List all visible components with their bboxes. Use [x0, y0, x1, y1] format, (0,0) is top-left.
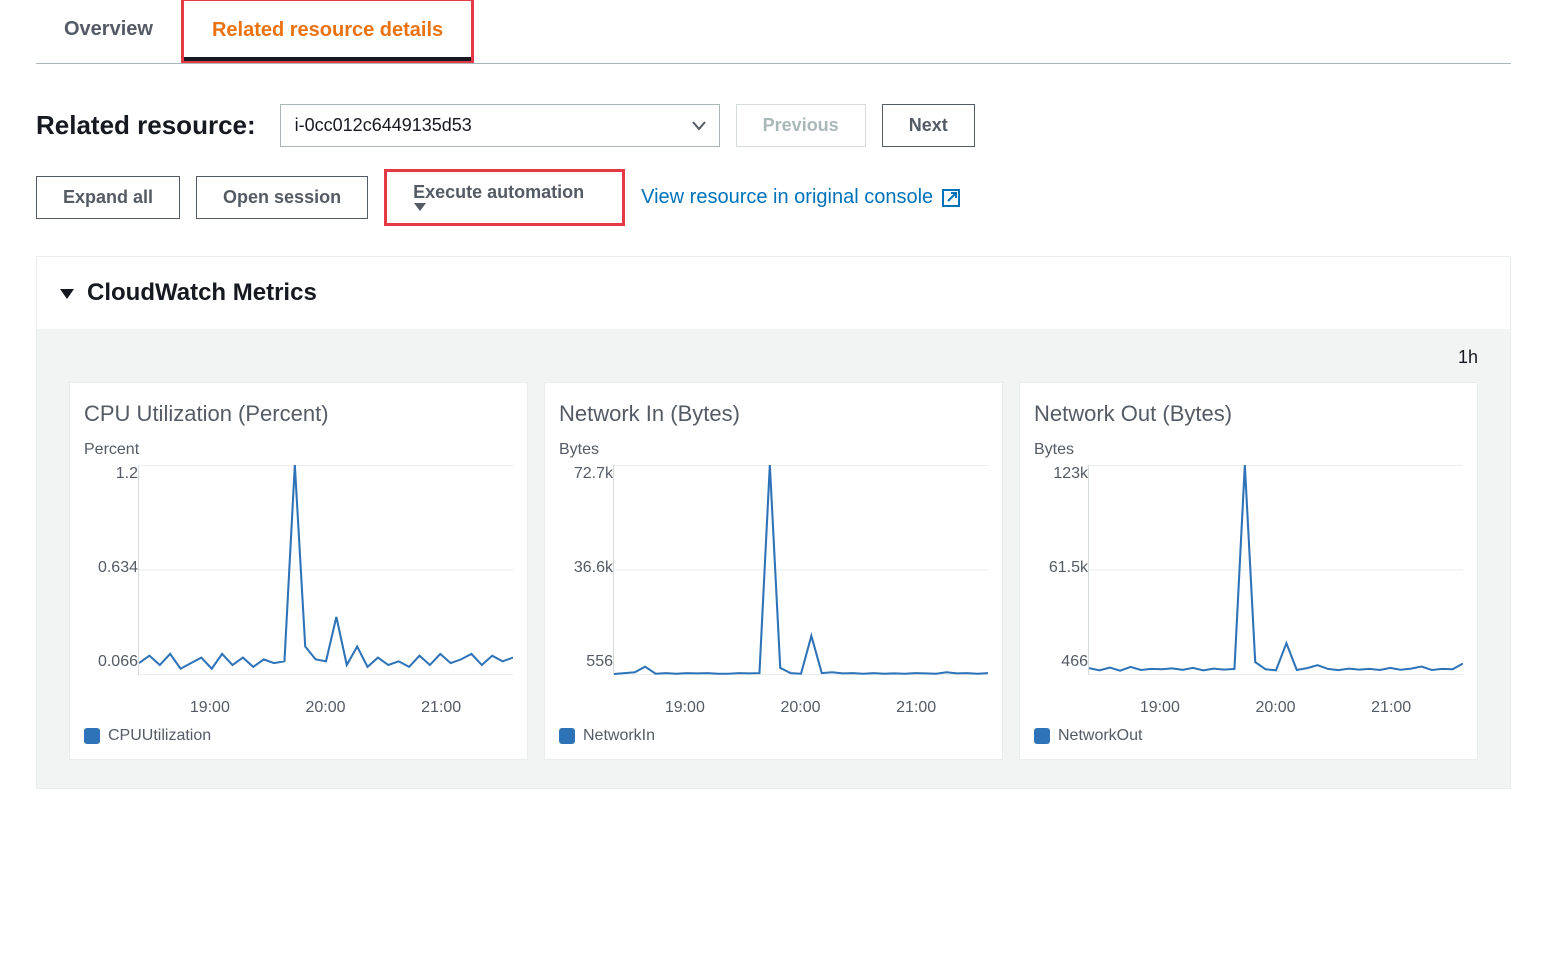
timerange-value[interactable]: 1h [1458, 347, 1478, 368]
y-tick: 1.2 [116, 465, 138, 483]
charts-row: CPU Utilization (Percent) Percent 1.2 0.634… [69, 382, 1478, 760]
plot-area [138, 465, 513, 675]
y-tick: 36.6k [574, 559, 613, 577]
chart-legend: CPUUtilization [84, 727, 513, 745]
external-link-icon [941, 188, 961, 208]
resource-select[interactable]: i-0cc012c6449135d53 [280, 104, 720, 147]
chart-unit-label: Percent [84, 441, 513, 459]
x-tick: 20:00 [743, 699, 859, 717]
x-axis: 19:0020:0021:00 [138, 699, 513, 717]
y-tick: 123k [1053, 465, 1088, 483]
tab-overview[interactable]: Overview [36, 0, 181, 63]
section-body: 1h CPU Utilization (Percent) Percent 1.2 0.… [37, 329, 1510, 788]
caret-down-icon [413, 202, 596, 212]
caret-down-icon [59, 279, 75, 307]
x-tick: 21:00 [383, 699, 499, 717]
view-resource-link-label: View resource in original console [641, 186, 933, 209]
resource-controls: Related resource: i-0cc012c6449135d53 Pr… [36, 104, 1511, 147]
expand-all-button[interactable]: Expand all [36, 176, 180, 219]
x-tick: 20:00 [268, 699, 384, 717]
x-tick: 19:00 [152, 699, 268, 717]
y-tick: 556 [586, 653, 613, 671]
cloudwatch-metrics-section: CloudWatch Metrics 1h CPU Utilization (P… [36, 256, 1511, 789]
execute-automation-button[interactable]: Execute automation [384, 169, 625, 226]
chart-plot: 72.7k 36.6k 556 [559, 465, 988, 695]
plot-area [1088, 465, 1463, 675]
timerange-bar: 1h [69, 337, 1478, 382]
chart-plot: 123k 61.5k 466 [1034, 465, 1463, 695]
legend-label: CPUUtilization [108, 727, 211, 745]
chart-unit-label: Bytes [1034, 441, 1463, 459]
x-tick: 21:00 [858, 699, 974, 717]
resource-select-value[interactable]: i-0cc012c6449135d53 [280, 104, 720, 147]
chart-title: Network Out (Bytes) [1034, 401, 1463, 427]
next-button[interactable]: Next [882, 104, 975, 147]
view-resource-link[interactable]: View resource in original console [641, 186, 961, 209]
open-session-button[interactable]: Open session [196, 176, 368, 219]
related-resource-label: Related resource: [36, 110, 256, 141]
action-buttons: Expand all Open session Execute automati… [36, 169, 1511, 226]
chart-title: CPU Utilization (Percent) [84, 401, 513, 427]
legend-swatch [559, 728, 575, 744]
x-tick: 20:00 [1218, 699, 1334, 717]
chart-card: CPU Utilization (Percent) Percent 1.2 0.634… [69, 382, 528, 760]
x-tick: 21:00 [1333, 699, 1449, 717]
y-tick: 61.5k [1049, 559, 1088, 577]
chart-title: Network In (Bytes) [559, 401, 988, 427]
y-tick: 0.634 [98, 559, 138, 577]
execute-automation-label: Execute automation [413, 182, 584, 202]
y-axis: 123k 61.5k 466 [1034, 465, 1088, 675]
y-axis: 72.7k 36.6k 556 [559, 465, 613, 675]
plot-area [613, 465, 988, 675]
chart-plot: 1.2 0.634 0.066 [84, 465, 513, 695]
section-header[interactable]: CloudWatch Metrics [37, 257, 1510, 329]
legend-label: NetworkIn [583, 727, 655, 745]
chart-unit-label: Bytes [559, 441, 988, 459]
chart-legend: NetworkIn [559, 727, 988, 745]
chart-card: Network Out (Bytes) Bytes 123k 61.5k 466 19:0… [1019, 382, 1478, 760]
x-tick: 19:00 [627, 699, 743, 717]
tabs: Overview Related resource details [36, 0, 1511, 64]
y-tick: 0.066 [98, 653, 138, 671]
section-title: CloudWatch Metrics [87, 279, 317, 307]
y-tick: 72.7k [574, 465, 613, 483]
x-axis: 19:0020:0021:00 [1088, 699, 1463, 717]
previous-button: Previous [736, 104, 866, 147]
chart-card: Network In (Bytes) Bytes 72.7k 36.6k 556 19:0… [544, 382, 1003, 760]
x-axis: 19:0020:0021:00 [613, 699, 988, 717]
tab-related-resource-details[interactable]: Related resource details [181, 0, 474, 63]
legend-swatch [84, 728, 100, 744]
series-line [1089, 465, 1463, 671]
legend-swatch [1034, 728, 1050, 744]
y-axis: 1.2 0.634 0.066 [84, 465, 138, 675]
series-line [139, 465, 513, 669]
legend-label: NetworkOut [1058, 727, 1142, 745]
chart-legend: NetworkOut [1034, 727, 1463, 745]
y-tick: 466 [1061, 653, 1088, 671]
x-tick: 19:00 [1102, 699, 1218, 717]
